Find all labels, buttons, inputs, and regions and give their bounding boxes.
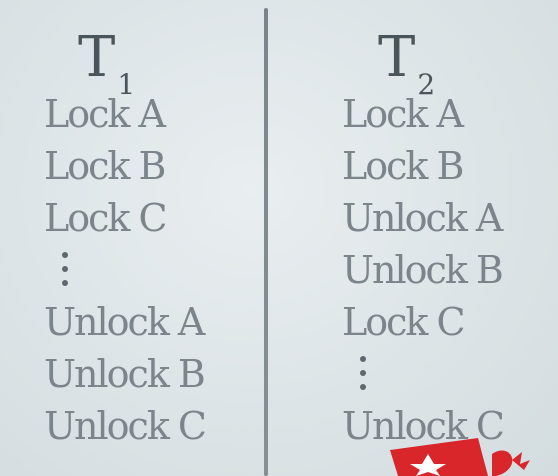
t2-op-unlock-b: Unlock B [342, 248, 504, 292]
t2-op-lock-a: Lock A [342, 92, 464, 136]
t1-op-lock-a: Lock A [44, 92, 166, 136]
board: T1 Lock A Lock B Lock C Unlock A Unlock … [0, 0, 558, 476]
t2-op-lock-c: Lock C [342, 300, 466, 344]
t1-op-lock-c: Lock C [44, 196, 168, 240]
t1-operations: Lock A Lock B Lock C Unlock A Unlock B U… [44, 88, 207, 452]
ellipsis-vertical-icon [44, 244, 68, 296]
column-divider [264, 8, 268, 476]
t1-heading: T1 [78, 30, 135, 99]
t1-heading-letter: T [78, 25, 116, 90]
t1-op-unlock-c: Unlock C [44, 404, 207, 448]
t2-heading-letter: T [378, 25, 416, 90]
t2-op-unlock-a: Unlock A [342, 196, 503, 240]
t1-op-lock-b: Lock B [44, 144, 166, 188]
t1-op-unlock-a: Unlock A [44, 300, 205, 344]
ellipsis-vertical-icon [342, 348, 366, 400]
t2-op-lock-b: Lock B [342, 144, 464, 188]
star-logo-icon [390, 438, 530, 476]
t2-heading: T2 [378, 30, 435, 99]
t2-operations: Lock A Lock B Unlock A Unlock B Lock C U… [342, 88, 505, 452]
t1-op-unlock-b: Unlock B [44, 352, 206, 396]
